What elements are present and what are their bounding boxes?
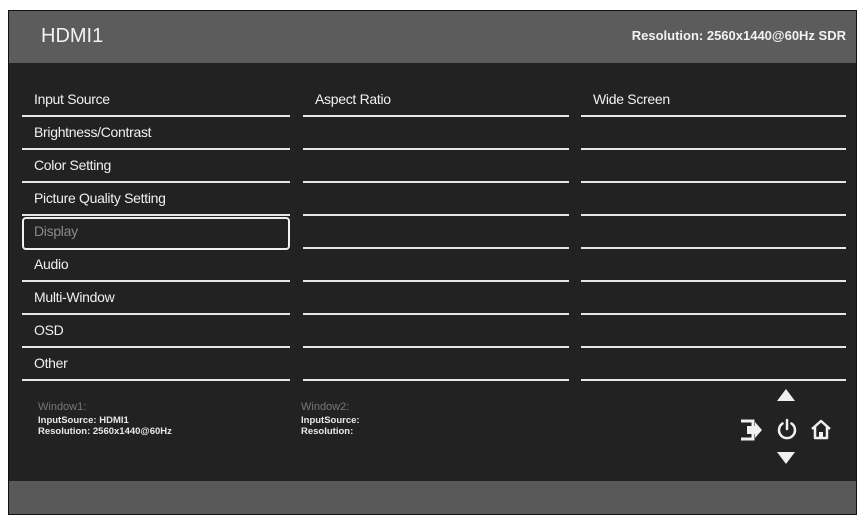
window1-input-source: InputSource: HDMI1: [38, 415, 129, 426]
resolution-status: Resolution: 2560x1440@60Hz SDR: [631, 28, 846, 43]
divider: [581, 280, 846, 282]
submenu-item: [303, 184, 569, 217]
osd-menu-window: HDMI1 Resolution: 2560x1440@60Hz SDR Inp…: [8, 10, 857, 515]
divider: [22, 346, 290, 348]
divider: [303, 313, 569, 315]
input-title: HDMI1: [41, 25, 104, 47]
menu-item-display[interactable]: Display: [22, 217, 290, 250]
menu-item-audio[interactable]: Audio: [22, 250, 290, 283]
window2-input-source: InputSource:: [301, 415, 360, 426]
divider: [581, 181, 846, 183]
menu-item-color-setting[interactable]: Color Setting: [22, 151, 290, 184]
submenu-item: [303, 349, 569, 382]
menu-item-label: Audio: [34, 256, 69, 272]
option-item: [581, 250, 846, 283]
divider: [303, 280, 569, 282]
divider: [581, 214, 846, 216]
menu-item-label: Color Setting: [34, 157, 112, 173]
divider: [303, 115, 569, 117]
divider: [303, 214, 569, 216]
menu-item-label: Picture Quality Setting: [34, 190, 166, 206]
divider: [303, 181, 569, 183]
window2-resolution: Resolution:: [301, 426, 354, 437]
main-menu: Input Source Brightness/Contrast Color S…: [22, 85, 290, 382]
divider: [303, 148, 569, 150]
divider: [581, 148, 846, 150]
option-item: [581, 184, 846, 217]
divider: [581, 379, 846, 381]
divider: [22, 214, 290, 216]
window1-resolution: Resolution: 2560x1440@60Hz: [38, 426, 172, 437]
footer-bar: [9, 481, 856, 514]
divider: [22, 181, 290, 183]
option-item-label: Wide Screen: [593, 91, 670, 107]
option-item: [581, 217, 846, 250]
option-item: [581, 151, 846, 184]
menu-item-brightness-contrast[interactable]: Brightness/Contrast: [22, 118, 290, 151]
divider: [303, 379, 569, 381]
divider: [22, 379, 290, 381]
up-arrow-icon[interactable]: [777, 389, 795, 401]
option-column: Wide Screen: [581, 85, 846, 382]
divider: [581, 247, 846, 249]
window1-title: Window1:: [38, 401, 87, 413]
divider: [22, 148, 290, 150]
down-arrow-icon[interactable]: [777, 452, 795, 464]
submenu-item: [303, 151, 569, 184]
option-item: [581, 316, 846, 349]
power-icon[interactable]: [776, 418, 798, 440]
divider: [581, 115, 846, 117]
menu-item-label: Brightness/Contrast: [34, 124, 152, 140]
option-item: [581, 283, 846, 316]
divider: [581, 313, 846, 315]
divider: [303, 346, 569, 348]
menu-item-input-source[interactable]: Input Source: [22, 85, 290, 118]
menu-item-label: Display: [34, 223, 78, 239]
divider: [303, 247, 569, 249]
menu-item-label: Other: [34, 355, 68, 371]
window2-title: Window2:: [301, 401, 350, 413]
option-item: [581, 118, 846, 151]
submenu-item: [303, 250, 569, 283]
menu-item-picture-quality[interactable]: Picture Quality Setting: [22, 184, 290, 217]
submenu-column: Aspect Ratio: [303, 85, 569, 382]
menu-item-multi-window[interactable]: Multi-Window: [22, 283, 290, 316]
submenu-item-label: Aspect Ratio: [315, 91, 391, 107]
divider: [22, 313, 290, 315]
exit-icon[interactable]: [739, 419, 763, 441]
window1-info: Window1: InputSource: HDMI1 Resolution: …: [38, 401, 172, 438]
divider: [22, 115, 290, 117]
submenu-item: [303, 217, 569, 250]
menu-item-osd[interactable]: OSD: [22, 316, 290, 349]
submenu-item: [303, 316, 569, 349]
submenu-item: [303, 283, 569, 316]
home-icon[interactable]: [810, 418, 832, 440]
option-item: [581, 349, 846, 382]
submenu-item: [303, 118, 569, 151]
option-item-wide-screen[interactable]: Wide Screen: [581, 85, 846, 118]
menu-item-label: Input Source: [34, 91, 110, 107]
divider: [22, 280, 290, 282]
divider: [581, 346, 846, 348]
submenu-item-aspect-ratio[interactable]: Aspect Ratio: [303, 85, 569, 118]
menu-item-label: Multi-Window: [34, 289, 115, 305]
window2-info: Window2: InputSource: Resolution:: [301, 401, 360, 438]
menu-item-other[interactable]: Other: [22, 349, 290, 382]
menu-item-label: OSD: [34, 322, 64, 338]
header-bar: HDMI1 Resolution: 2560x1440@60Hz SDR: [9, 11, 856, 63]
